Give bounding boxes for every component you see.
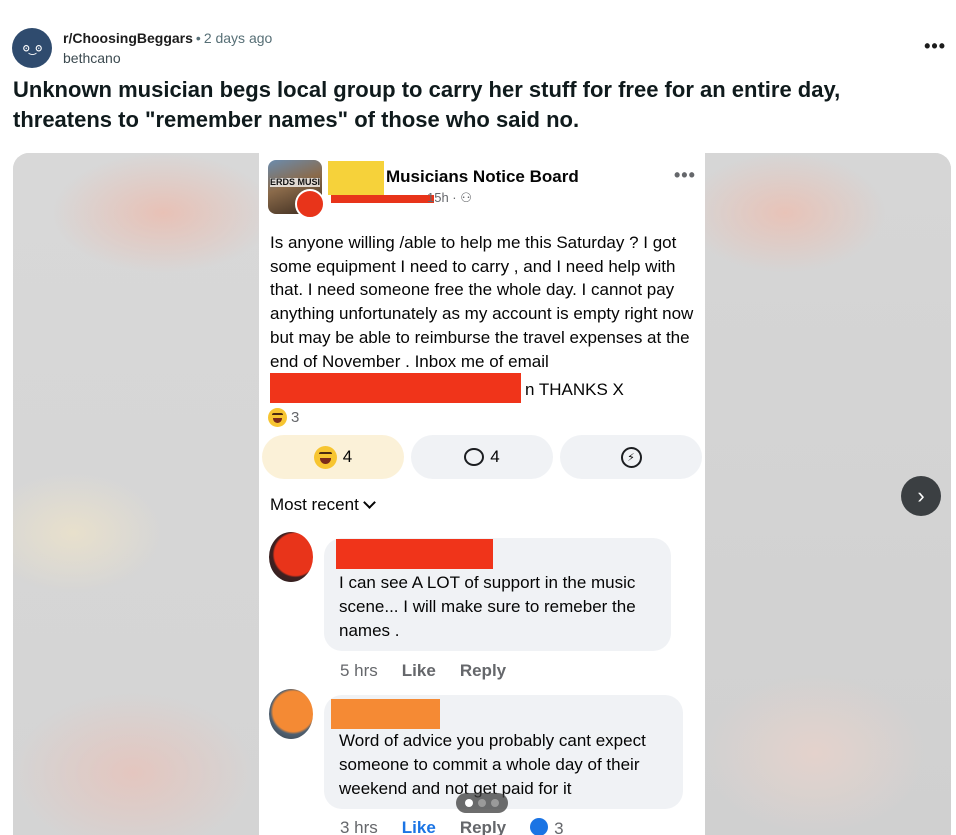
commenter-avatar: [269, 532, 313, 582]
reaction-summary: 3: [268, 408, 299, 427]
comment-time: 3 hrs: [340, 818, 378, 835]
carousel-next-button[interactable]: ›: [901, 476, 941, 516]
comment-text: I can see A LOT of support in the music …: [339, 573, 636, 640]
haha-emoji-icon: [268, 408, 287, 427]
comment-reply: Reply: [459, 818, 507, 835]
fb-post-body: Is anyone willing /able to help me this …: [270, 231, 700, 404]
post-author[interactable]: bethcano: [63, 50, 121, 66]
fb-more-icon: •••: [674, 165, 696, 185]
comment-like: Like: [401, 661, 436, 680]
commenter-avatar: [269, 689, 313, 739]
fb-post-text-end: n THANKS X: [525, 380, 624, 400]
post-meta: 15h · ⚇: [427, 190, 472, 206]
pager-dot-active[interactable]: [465, 799, 473, 807]
comment-sort: Most recent: [270, 495, 376, 515]
meta-separator: •: [195, 30, 201, 46]
group-name: Musicians Notice Board: [386, 167, 579, 186]
post-time: 2 days ago: [203, 30, 273, 46]
messenger-button: ⚡: [560, 435, 702, 479]
comment-actions: 5 hrs Like Reply: [340, 661, 506, 681]
comment-likes: 3: [530, 818, 564, 835]
group-privacy-icon: ⚇: [460, 190, 472, 205]
like-thumb-icon: [530, 818, 549, 835]
blurred-backdrop-left: [13, 153, 259, 835]
carousel-pager[interactable]: [456, 793, 508, 813]
facebook-screenshot: ERDS MUSICIAN NOTICE Musicians Notice Bo…: [259, 153, 705, 835]
redaction-name: [331, 195, 434, 203]
poster-avatar: [295, 189, 325, 219]
redaction-commenter-name: [336, 539, 493, 569]
comment-button: 4: [411, 435, 553, 479]
post-header: ʘ‿ʘ r/ChoosingBeggars • 2 days ago bethcan…: [12, 26, 946, 70]
comment-like: Like: [401, 818, 436, 835]
redaction-email: [270, 373, 521, 404]
subreddit-avatar[interactable]: ʘ‿ʘ: [12, 28, 52, 68]
comment-text: Word of advice you probably cant expect …: [339, 731, 646, 798]
comment-icon: [464, 448, 485, 466]
redaction-yellow: [328, 161, 384, 195]
post-age: 15h ·: [427, 190, 457, 205]
messenger-icon: ⚡: [620, 446, 642, 468]
comment-count: 4: [490, 447, 500, 466]
comment-time: 5 hrs: [340, 661, 378, 680]
messenger-bolt-icon: ⚡: [627, 451, 635, 464]
subreddit-link[interactable]: r/ChoosingBeggars: [63, 30, 193, 46]
chevron-down-icon: [362, 496, 376, 509]
more-options-icon[interactable]: •••: [924, 36, 946, 57]
post-meta-line: r/ChoosingBeggars • 2 days ago: [63, 30, 272, 46]
sort-label: Most recent: [270, 495, 359, 514]
fb-action-row: 4 4 ⚡: [262, 435, 702, 481]
react-button: 4: [262, 435, 404, 479]
reaction-count: 3: [291, 409, 300, 426]
post-image-carousel[interactable]: ERDS MUSICIAN NOTICE Musicians Notice Bo…: [13, 153, 951, 835]
comment-actions: 3 hrs Like Reply 3: [340, 818, 564, 835]
chevron-right-icon: ›: [917, 483, 925, 508]
group-icon-text: ERDS MUSICIAN NOTICE: [270, 178, 320, 187]
pager-dot[interactable]: [491, 799, 499, 807]
react-count: 4: [342, 447, 353, 466]
haha-emoji-icon: [313, 445, 337, 469]
comment-reply: Reply: [459, 661, 507, 680]
fb-post-text: Is anyone willing /able to help me this …: [270, 233, 694, 371]
comment-like-count: 3: [554, 819, 564, 835]
pager-dot[interactable]: [478, 799, 486, 807]
post-title[interactable]: Unknown musician begs local group to car…: [13, 75, 913, 135]
redaction-commenter-name: [331, 699, 440, 729]
